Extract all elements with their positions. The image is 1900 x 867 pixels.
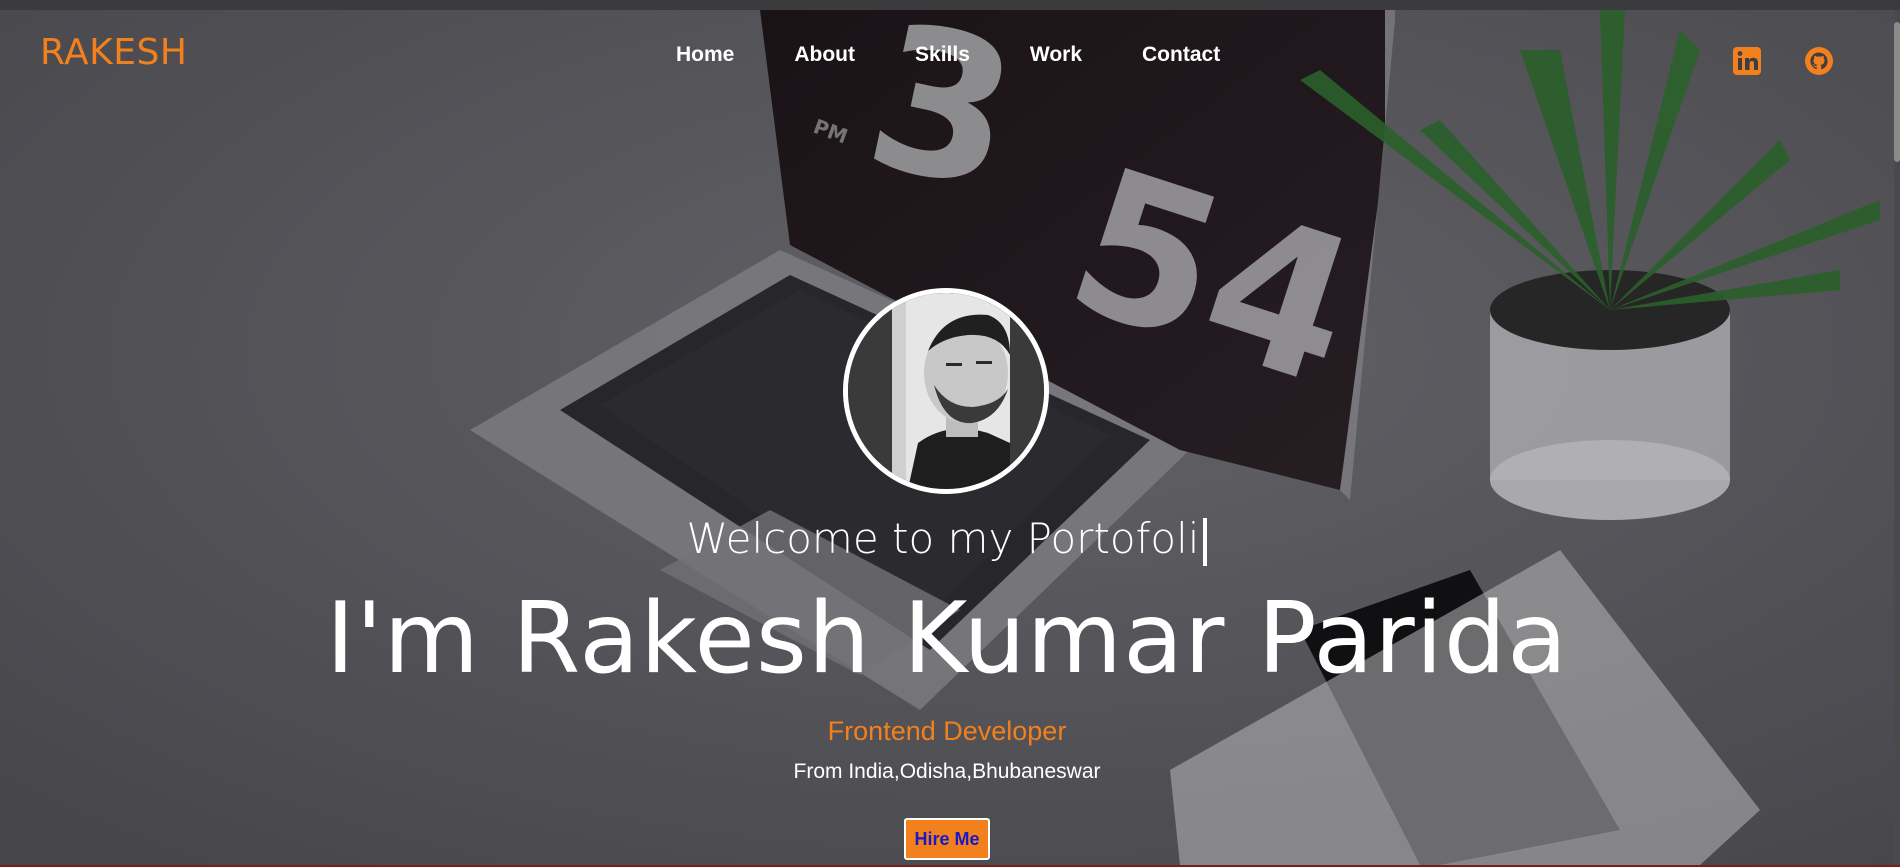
profile-photo-image bbox=[848, 293, 1044, 489]
hero-location: From India,Odisha,Bhubaneswar bbox=[793, 760, 1101, 783]
nav-item-work[interactable]: Work bbox=[1030, 43, 1082, 67]
profile-photo bbox=[843, 288, 1049, 494]
hero-section: 3 54 PM RAKESH Home About Skills Work Co… bbox=[0, 10, 1894, 865]
typing-caret bbox=[1203, 517, 1208, 566]
browser-top-strip bbox=[0, 0, 1900, 10]
linkedin-link[interactable] bbox=[1732, 46, 1762, 76]
welcome-text: Welcome to my Portofoli bbox=[686, 514, 1200, 563]
github-icon bbox=[1805, 47, 1833, 75]
nav-item-about[interactable]: About bbox=[794, 43, 855, 67]
hero-role: Frontend Developer bbox=[827, 716, 1067, 746]
nav-item-skills[interactable]: Skills bbox=[915, 43, 970, 67]
github-link[interactable] bbox=[1804, 46, 1834, 76]
hero-name-heading: I'm Rakesh Kumar Parida bbox=[325, 582, 1569, 696]
page-scrollbar[interactable] bbox=[1894, 10, 1900, 865]
scrollbar-thumb[interactable] bbox=[1894, 22, 1900, 162]
welcome-typewriter-text: Welcome to my Portofoli bbox=[0, 514, 1894, 566]
nav-item-contact[interactable]: Contact bbox=[1142, 43, 1220, 67]
nav-item-home[interactable]: Home bbox=[676, 43, 734, 67]
linkedin-icon bbox=[1733, 47, 1761, 75]
site-logo[interactable]: RAKESH bbox=[40, 32, 187, 73]
hire-me-button[interactable]: Hire Me bbox=[904, 818, 990, 860]
main-nav: Home About Skills Work Contact bbox=[676, 43, 1220, 67]
